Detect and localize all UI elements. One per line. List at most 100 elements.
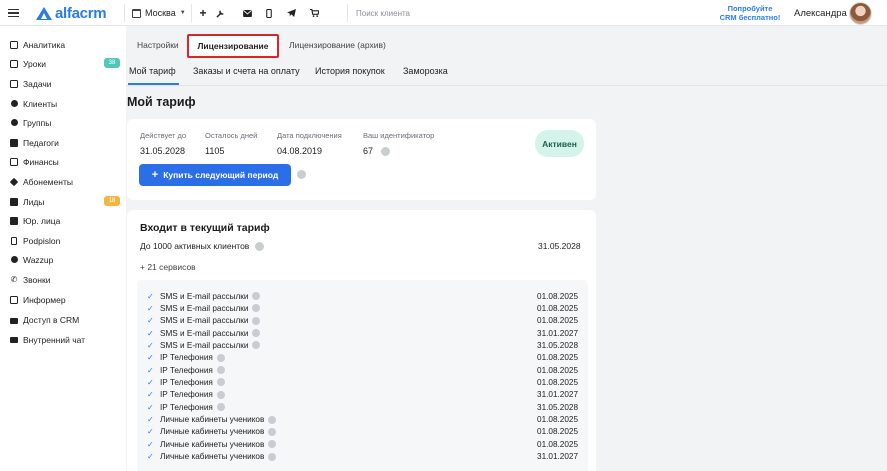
sidebar-item-finance[interactable]: Финансы — [9, 152, 120, 171]
service-date: 31.01.2027 — [537, 390, 578, 400]
info-icon[interactable] — [216, 366, 225, 375]
valid-until-label: Действует до — [140, 131, 187, 140]
sidebar-item-clients[interactable]: Клиенты — [9, 94, 120, 113]
telegram-icon[interactable] — [284, 0, 298, 26]
teacher-icon — [9, 138, 19, 147]
included-card: Входит в текущий тариф До 1000 активных … — [127, 210, 596, 471]
info-icon[interactable] — [297, 170, 306, 179]
list-item: ✓ SMS и E-mail рассылки 01.08.2025 — [147, 315, 578, 327]
menu-icon[interactable] — [6, 0, 20, 26]
included-title: Входит в текущий тариф — [140, 222, 270, 234]
sidebar-item-podpislon[interactable]: Podpislon — [9, 231, 120, 250]
info-icon[interactable] — [216, 403, 225, 412]
tab-orders[interactable]: Заказы и счета на оплату — [193, 66, 300, 76]
wrench-icon[interactable] — [213, 0, 227, 26]
connected-value: 04.08.2019 — [277, 146, 323, 156]
sidebar-item-internal-chat[interactable]: Внутренний чат — [9, 330, 120, 349]
informer-icon — [9, 295, 19, 304]
service-date: 01.08.2025 — [537, 365, 578, 375]
list-item: ✓ Личные кабинеты учеников 01.08.2025 — [147, 414, 578, 426]
check-icon: ✓ — [147, 303, 154, 313]
check-icon: ✓ — [147, 427, 154, 437]
info-icon[interactable] — [216, 390, 225, 399]
info-icon[interactable] — [268, 415, 277, 424]
avatar[interactable] — [849, 1, 872, 25]
list-item: ✓ Личные кабинеты учеников 01.08.2025 — [147, 438, 578, 450]
calendar-icon — [9, 59, 19, 68]
cart-icon[interactable] — [307, 0, 321, 26]
info-icon[interactable] — [216, 378, 225, 387]
buy-next-period-button[interactable]: + Купить следующий период — [139, 164, 291, 186]
sidebar-item-crm-access[interactable]: Доступ в CRM — [9, 310, 120, 329]
divider — [124, 4, 125, 22]
service-name: SMS и E-mail рассылки — [160, 340, 249, 350]
info-icon[interactable] — [268, 452, 277, 461]
service-name: Личные кабинеты учеников — [160, 427, 265, 437]
sidebar-item-lessons[interactable]: Уроки 38 — [9, 54, 120, 73]
info-icon[interactable] — [254, 242, 264, 252]
sidebar-item-subscriptions[interactable]: Абонементы — [9, 172, 120, 191]
check-icon: ✓ — [147, 377, 154, 387]
phone-icon[interactable] — [262, 0, 276, 26]
info-icon[interactable] — [268, 427, 277, 436]
promo-link[interactable]: Попробуйте CRM бесплатно! — [716, 0, 784, 26]
check-icon: ✓ — [147, 340, 154, 350]
check-icon: ✓ — [147, 415, 154, 424]
id-label: Ваш идентификатор — [363, 131, 435, 140]
sidebar-item-label: Wazzup — [23, 254, 54, 265]
lessons-badge: 38 — [104, 58, 120, 68]
user-name[interactable]: Александра — [794, 0, 847, 26]
building-icon — [9, 216, 19, 225]
list-item: ✓ Личные кабинеты учеников 31.01.2027 — [147, 451, 578, 463]
info-icon[interactable] — [216, 353, 225, 362]
sidebar-item-label: Доступ в CRM — [23, 314, 80, 325]
sidebar-item-label: Группы — [23, 117, 52, 128]
leads-badge: 18 — [104, 196, 120, 206]
tab-settings[interactable]: Настройки — [137, 40, 179, 50]
logo[interactable]: alfacrm — [36, 0, 107, 26]
add-icon[interactable]: + — [196, 0, 210, 26]
call-icon: ✆ — [10, 275, 18, 284]
check-icon: ✓ — [147, 402, 154, 412]
service-name: SMS и E-mail рассылки — [160, 328, 249, 338]
info-icon[interactable] — [252, 316, 261, 325]
divider — [191, 4, 192, 22]
sidebar-item-tasks[interactable]: Задачи — [9, 74, 120, 93]
sidebar-item-legal-entities[interactable]: Юр. лица — [9, 211, 120, 230]
tab-history[interactable]: История покупок — [315, 66, 385, 76]
message-icon — [9, 335, 19, 344]
sidebar: Аналитика Уроки 38 Задачи Клиенты Группы… — [0, 26, 126, 471]
info-icon[interactable] — [381, 147, 390, 156]
info-icon[interactable] — [252, 341, 261, 350]
info-icon[interactable] — [252, 304, 261, 313]
logo-icon — [36, 6, 52, 20]
sidebar-item-informer[interactable]: Информер — [9, 290, 120, 309]
service-date: 01.08.2025 — [537, 415, 578, 424]
search-input[interactable]: Поиск клиента — [356, 0, 410, 26]
active-tab-indicator — [128, 83, 179, 85]
sidebar-item-calls[interactable]: ✆ Звонки — [9, 270, 120, 289]
sidebar-item-teachers[interactable]: Педагоги — [9, 133, 120, 152]
service-date: 01.08.2025 — [537, 303, 578, 313]
info-icon[interactable] — [268, 440, 277, 449]
mail-icon[interactable] — [240, 0, 254, 26]
tab-licensing[interactable]: Лицензирование — [187, 34, 279, 58]
sidebar-item-label: Звонки — [23, 274, 51, 285]
sidebar-item-groups[interactable]: Группы — [9, 113, 120, 132]
page-title: Мой тариф — [127, 95, 196, 109]
document-icon — [9, 236, 19, 245]
clients-limit-text: До 1000 активных клиентов — [140, 241, 250, 251]
info-icon[interactable] — [252, 329, 261, 338]
list-item: ✓ IP Телефония 31.01.2027 — [147, 389, 578, 401]
sidebar-item-analytics[interactable]: Аналитика — [9, 35, 120, 54]
service-date: 31.01.2027 — [537, 452, 578, 462]
sidebar-item-wazzup[interactable]: Wazzup — [9, 250, 120, 269]
tab-licensing-archive[interactable]: Лицензирование (архив) — [289, 40, 386, 50]
service-name: IP Телефония — [160, 365, 213, 375]
sidebar-item-label: Аналитика — [23, 39, 66, 50]
info-icon[interactable] — [252, 292, 261, 300]
tab-freeze[interactable]: Заморозка — [403, 66, 448, 76]
sidebar-item-leads[interactable]: Лиды 18 — [9, 192, 120, 211]
tab-my-plan[interactable]: Мой тариф — [129, 66, 176, 76]
city-selector[interactable]: Москва ▼ — [132, 0, 186, 26]
